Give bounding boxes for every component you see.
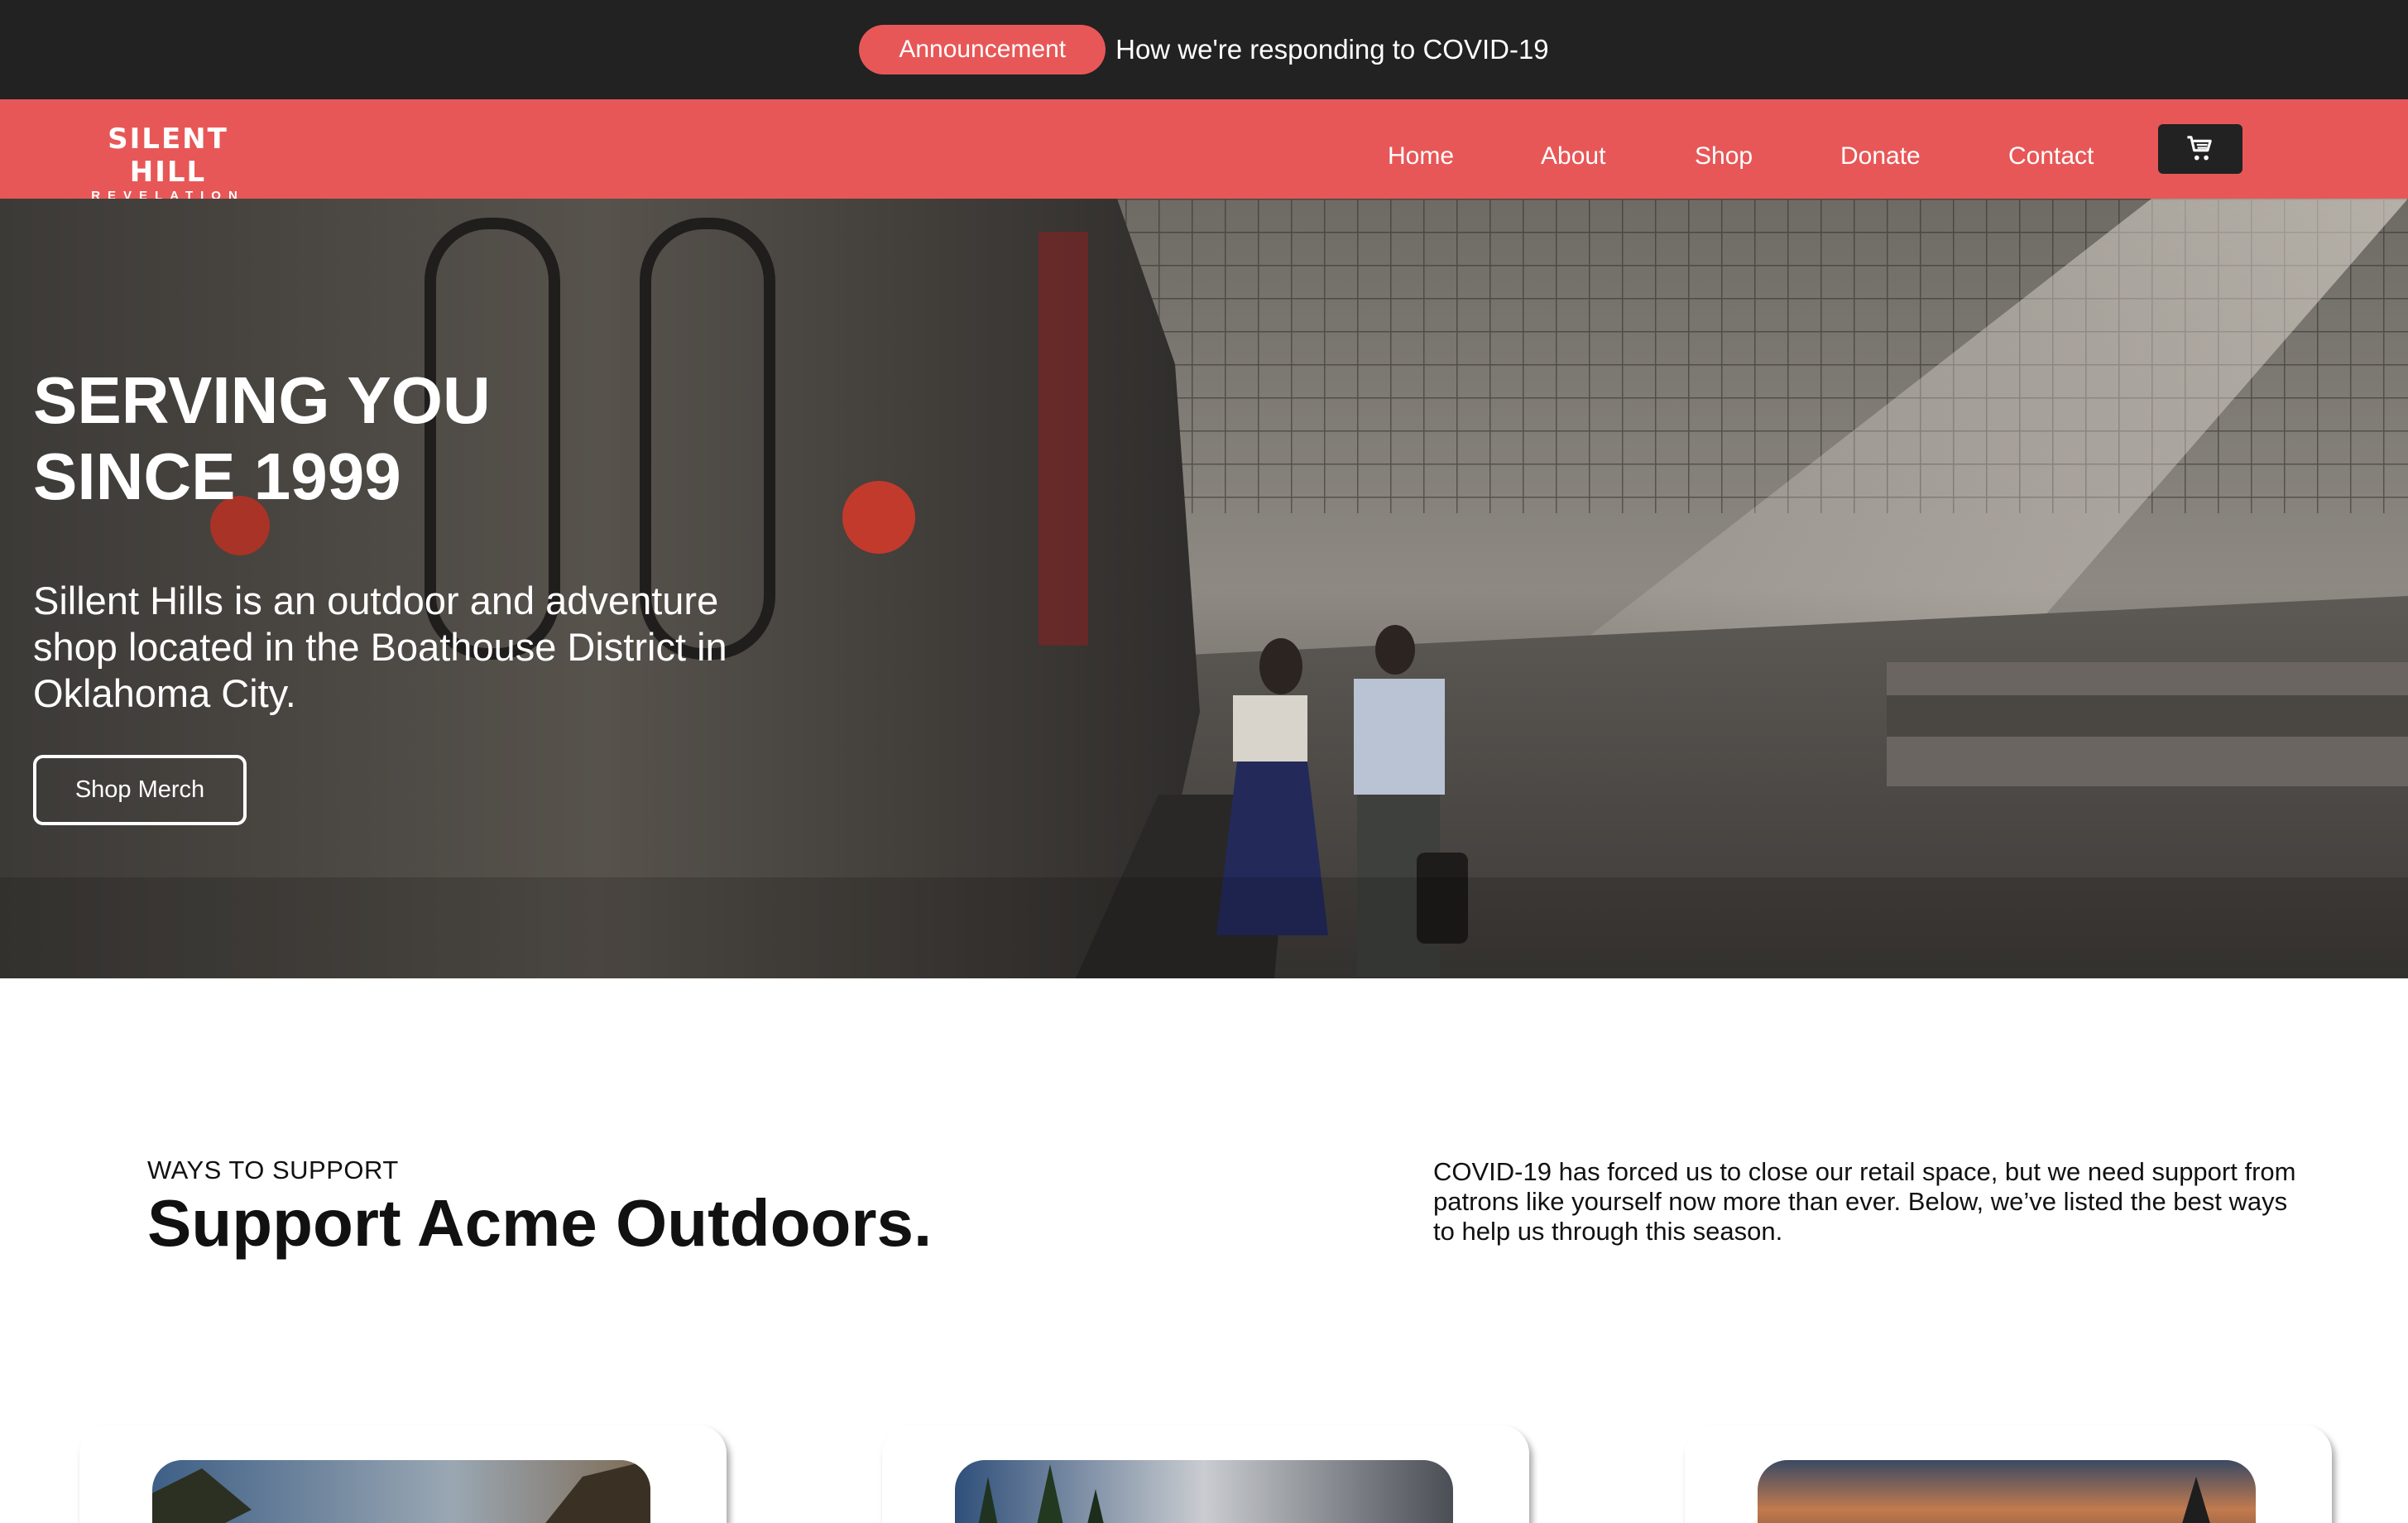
nav-about[interactable]: About [1541, 142, 1605, 171]
support-card-2[interactable] [882, 1425, 1529, 1523]
shopping-cart-icon [2187, 136, 2212, 161]
support-card-1[interactable] [79, 1425, 727, 1523]
shop-merch-button[interactable]: Shop Merch [33, 755, 247, 825]
nav-home[interactable]: Home [1388, 142, 1454, 171]
hero-title: SERVING YOU SINCE 1999 [33, 363, 778, 515]
support-card-3[interactable] [1685, 1425, 2332, 1523]
hero-section: SERVING YOU SINCE 1999 Sillent Hills is … [0, 199, 2408, 978]
announcement-bar: Announcement How we're responding to COV… [0, 0, 2408, 99]
card-image-2 [955, 1460, 1453, 1523]
card-image-3 [1758, 1460, 2256, 1523]
section-description: COVID-19 has forced us to close our reta… [1433, 1157, 2296, 1246]
covid-response-link[interactable]: How we're responding to COVID-19 [1115, 34, 1549, 65]
nav-donate[interactable]: Donate [1840, 142, 1921, 171]
section-eyebrow: WAYS TO SUPPORT [147, 1155, 399, 1184]
card-image-1 [152, 1460, 650, 1523]
section-title: Support Acme Outdoors. [147, 1186, 933, 1260]
hero-title-line-1: SERVING YOU [33, 363, 491, 437]
announcement-badge[interactable]: Announcement [859, 25, 1106, 74]
navbar: SILENT HILL REVELATION Home About Shop D… [0, 99, 2408, 203]
hero-title-line-2: SINCE 1999 [33, 440, 401, 513]
nav-contact[interactable]: Contact [2008, 142, 2094, 171]
cart-button[interactable] [2158, 124, 2243, 174]
hero-description: Sillent Hills is an outdoor and adventur… [33, 579, 727, 715]
site-logo[interactable]: SILENT HILL REVELATION [81, 123, 255, 203]
nav-shop[interactable]: Shop [1695, 142, 1753, 171]
logo-wordmark: SILENT HILL [108, 123, 228, 189]
